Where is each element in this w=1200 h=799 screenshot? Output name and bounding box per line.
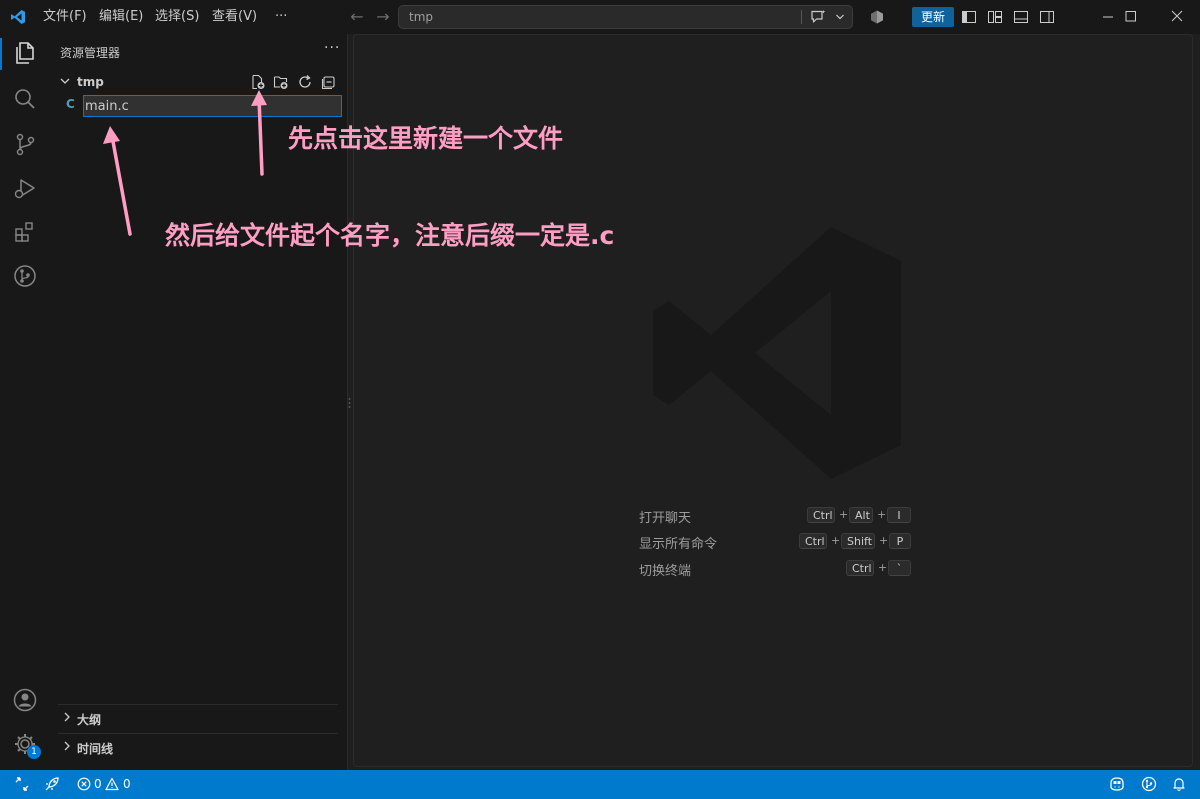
vscode-logo-icon — [10, 9, 26, 25]
extensions-icon[interactable] — [12, 219, 38, 245]
shortcut-label-open-chat: 打开聊天 — [639, 511, 692, 526]
live-share-rocket-icon[interactable] — [44, 776, 60, 792]
section-divider — [58, 704, 338, 705]
key-ctrl: Ctrl — [846, 560, 874, 576]
plus-sign: + — [877, 508, 887, 521]
plus-sign: + — [879, 534, 889, 547]
key-alt: Alt — [849, 507, 873, 523]
toggle-secondary-sidebar-icon[interactable] — [1039, 9, 1055, 25]
copilot-status-icon[interactable] — [869, 9, 885, 25]
git-graph-status-icon[interactable] — [1141, 776, 1157, 792]
toggle-primary-sidebar-icon[interactable] — [961, 9, 977, 25]
customize-layout-icon[interactable] — [987, 9, 1003, 25]
search-divider — [801, 10, 802, 24]
filename-input[interactable] — [83, 95, 342, 117]
sidebar-title: 资源管理器 — [60, 46, 121, 60]
chevron-right-icon — [63, 739, 71, 756]
run-and-debug-icon[interactable] — [12, 175, 38, 201]
notifications-bell-icon[interactable] — [1171, 776, 1187, 792]
new-folder-icon[interactable] — [273, 74, 289, 90]
annotation-new-file-instruction: 先点击这里新建一个文件 — [288, 124, 564, 153]
outline-section-label: 大纲 — [77, 713, 102, 727]
section-divider — [58, 733, 338, 734]
remote-indicator-icon[interactable] — [14, 776, 30, 792]
folder-name: tmp — [77, 75, 104, 89]
search-icon[interactable] — [12, 86, 38, 112]
chevron-right-icon — [63, 710, 71, 727]
error-count[interactable]: 0 — [94, 777, 102, 791]
explorer-icon[interactable] — [12, 40, 38, 66]
notification-badge: 1 — [27, 745, 41, 759]
annotation-arrow-to-filename — [100, 120, 140, 238]
sidebar-more-actions[interactable]: ··· — [324, 40, 340, 56]
file-row[interactable]: C — [54, 95, 346, 117]
timeline-section-label: 时间线 — [77, 742, 114, 756]
copilot-icon[interactable] — [1108, 776, 1126, 792]
update-button[interactable]: 更新 — [912, 7, 954, 27]
shortcut-label-show-all-commands: 显示所有命令 — [639, 537, 718, 552]
maximize-window-icon[interactable] — [1108, 0, 1154, 34]
status-bar: 0 0 — [0, 770, 1200, 799]
forward-arrow-icon[interactable]: → — [374, 8, 392, 26]
plus-sign: + — [839, 508, 849, 521]
warning-icon[interactable] — [105, 777, 119, 791]
timeline-section-header[interactable]: 时间线 — [48, 736, 348, 758]
annotation-filename-instruction: 然后给文件起个名字，注意后缀一定是.c — [165, 221, 615, 250]
menu-view[interactable]: 查看(V) — [212, 0, 257, 34]
menu-file[interactable]: 文件(F) — [43, 0, 87, 34]
key-shift: Shift — [841, 533, 875, 549]
close-window-icon[interactable] — [1154, 0, 1200, 34]
annotation-arrow-to-new-file — [248, 88, 272, 176]
menu-selection[interactable]: 选择(S) — [155, 0, 199, 34]
toggle-panel-icon[interactable] — [1013, 9, 1029, 25]
search-text: tmp — [409, 10, 434, 24]
command-center-search[interactable]: tmp — [398, 5, 853, 29]
vscode-watermark-logo — [651, 225, 903, 481]
key-i: I — [887, 507, 911, 523]
error-icon[interactable] — [77, 777, 91, 791]
refresh-icon[interactable] — [297, 74, 313, 90]
active-indicator — [0, 38, 2, 70]
menu-more[interactable]: ··· — [275, 0, 287, 34]
git-graph-icon[interactable] — [12, 263, 38, 289]
outline-section-header[interactable]: 大纲 — [48, 707, 348, 729]
warning-count[interactable]: 0 — [123, 777, 131, 791]
collapse-all-icon[interactable] — [321, 74, 337, 90]
c-file-icon: C — [66, 97, 75, 111]
back-arrow-icon[interactable]: ← — [348, 8, 366, 26]
key-ctrl: Ctrl — [807, 507, 835, 523]
key-p: P — [889, 533, 911, 549]
folder-row[interactable]: tmp — [48, 71, 348, 93]
key-ctrl: Ctrl — [799, 533, 827, 549]
account-icon[interactable] — [12, 687, 38, 713]
plus-sign: + — [878, 561, 888, 574]
plus-sign: + — [831, 534, 841, 547]
activity-bar — [0, 34, 48, 770]
title-bar: 文件(F) 编辑(E) 选择(S) 查看(V) ··· ← → tmp 更新 — [0, 0, 1200, 34]
source-control-icon[interactable] — [12, 131, 38, 157]
chat-icon[interactable] — [809, 9, 827, 25]
chevron-down-icon[interactable] — [835, 11, 845, 21]
sidebar-resize-sash[interactable] — [347, 395, 352, 411]
menu-edit[interactable]: 编辑(E) — [99, 0, 143, 34]
chevron-down-icon — [60, 74, 70, 91]
key-backtick: ` — [888, 560, 911, 576]
shortcut-label-toggle-terminal: 切换终端 — [639, 564, 692, 579]
